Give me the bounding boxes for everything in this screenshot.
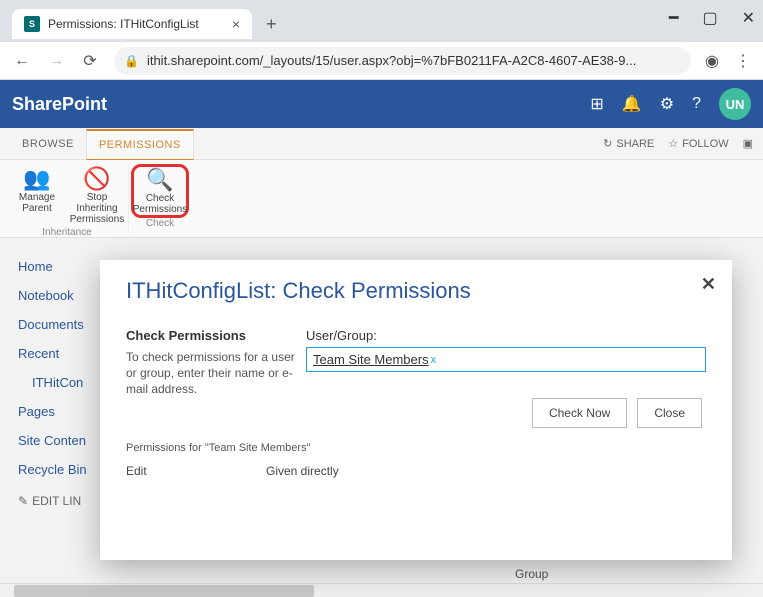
column-label-group: Group — [515, 567, 548, 581]
dialog-section-heading: Check Permissions — [126, 328, 296, 343]
token-remove-icon[interactable]: x — [431, 354, 437, 366]
focus-icon[interactable]: ▣ — [743, 137, 753, 150]
tab-close-icon[interactable]: × — [232, 16, 240, 32]
sharepoint-favicon-icon: S — [24, 16, 40, 32]
check-now-button[interactable]: Check Now — [532, 398, 627, 428]
check-permissions-button[interactable]: 🔍 Check Permissions — [131, 164, 189, 218]
sharepoint-header: SharePoint ⊞ 🔔 ⚙ ? UN — [0, 80, 763, 128]
follow-button[interactable]: ☆FOLLOW — [668, 137, 728, 150]
app-launcher-icon[interactable]: ⊞ — [590, 94, 603, 114]
permission-level: Edit — [126, 464, 266, 478]
notifications-icon[interactable]: 🔔 — [622, 94, 642, 114]
ribbon: 👥 Manage Parent 🚫 Stop Inheriting Permis… — [0, 160, 763, 238]
permissions-result-row: Edit Given directly — [126, 464, 706, 478]
ribbon-group-label: Inheritance — [42, 227, 91, 238]
people-picker-input[interactable]: Team Site Members x — [306, 347, 706, 372]
dialog-close-icon[interactable]: ✕ — [701, 274, 716, 295]
avatar[interactable]: UN — [719, 88, 751, 120]
dialog-section-desc: To check permissions for a user or group… — [126, 349, 296, 397]
browser-tab-title: Permissions: ITHitConfigList — [48, 17, 224, 31]
back-icon[interactable]: ← — [12, 52, 32, 70]
browser-tab[interactable]: S Permissions: ITHitConfigList × — [12, 9, 252, 39]
tab-browse[interactable]: BROWSE — [10, 130, 86, 158]
window-maximize-icon[interactable]: ▢ — [702, 8, 717, 28]
help-icon[interactable]: ? — [692, 95, 701, 113]
permissions-result-heading: Permissions for "Team Site Members" — [126, 442, 706, 454]
page-tabs: BROWSE PERMISSIONS ↻SHARE ☆FOLLOW ▣ — [0, 128, 763, 160]
lock-icon: 🔒 — [124, 54, 139, 68]
pencil-icon: ✎ — [18, 494, 28, 508]
settings-gear-icon[interactable]: ⚙ — [660, 94, 674, 114]
forward-icon[interactable]: → — [46, 52, 66, 70]
manage-parent-icon: 👥 — [23, 166, 50, 192]
stop-inheriting-icon: 🚫 — [83, 166, 110, 192]
address-field[interactable]: 🔒 ithit.sharepoint.com/_layouts/15/user.… — [114, 47, 691, 75]
user-account-icon[interactable]: ◉ — [705, 51, 719, 71]
ribbon-group-inheritance: 👥 Manage Parent 🚫 Stop Inheriting Permis… — [6, 164, 129, 233]
window-minimize-icon[interactable]: ━ — [669, 8, 679, 28]
sidebar: Home Notebook Documents Recent ITHitCon … — [0, 238, 115, 585]
permission-given: Given directly — [266, 464, 339, 478]
stop-inheriting-button[interactable]: 🚫 Stop Inheriting Permissions — [68, 164, 126, 227]
check-permissions-icon: 🔍 — [146, 167, 173, 193]
ribbon-group-label: Check — [146, 218, 174, 229]
url-text: ithit.sharepoint.com/_layouts/15/user.as… — [147, 53, 636, 68]
reload-icon[interactable]: ⟳ — [80, 51, 100, 71]
address-bar: ← → ⟳ 🔒 ithit.sharepoint.com/_layouts/15… — [0, 42, 763, 80]
window-close-icon[interactable]: ✕ — [742, 8, 755, 28]
new-tab-button[interactable]: + — [266, 14, 277, 35]
tab-permissions[interactable]: PERMISSIONS — [86, 129, 194, 160]
check-permissions-dialog: ITHitConfigList: Check Permissions ✕ Che… — [100, 260, 732, 560]
scrollbar-thumb[interactable] — [14, 585, 314, 597]
browser-menu-icon[interactable]: ⋮ — [735, 51, 751, 71]
manage-parent-button[interactable]: 👥 Manage Parent — [8, 164, 66, 227]
dialog-title: ITHitConfigList: Check Permissions — [126, 278, 706, 304]
close-button[interactable]: Close — [637, 398, 702, 428]
star-icon: ☆ — [668, 137, 678, 150]
ribbon-group-check: 🔍 Check Permissions Check — [129, 164, 191, 233]
browser-tab-bar: S Permissions: ITHitConfigList × + — [0, 0, 763, 42]
share-icon: ↻ — [603, 137, 612, 150]
people-picker-token[interactable]: Team Site Members — [313, 352, 429, 367]
user-group-label: User/Group: — [306, 328, 706, 343]
horizontal-scrollbar[interactable] — [0, 583, 763, 597]
share-button[interactable]: ↻SHARE — [603, 137, 654, 150]
sharepoint-brand: SharePoint — [12, 94, 590, 115]
